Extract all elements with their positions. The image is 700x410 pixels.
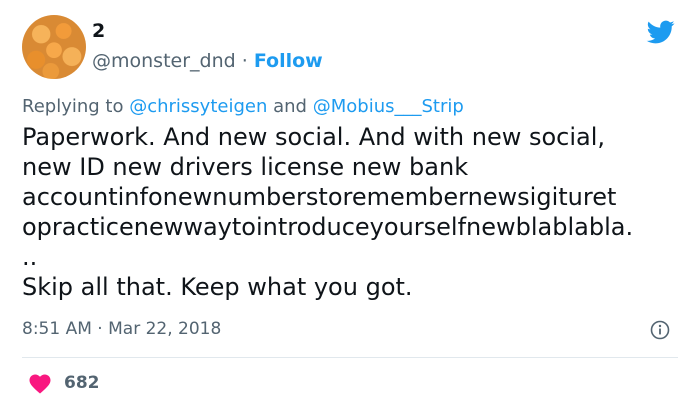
tweet-line: accountinfonewnumberstoremembernewsigitu… (22, 183, 617, 211)
tweet-line: new ID new drivers license new bank (22, 153, 469, 181)
tweet-date: Mar 22, 2018 (108, 319, 222, 339)
handle-line: @monster_dnd · Follow (92, 50, 323, 72)
handle-separator: · (241, 50, 248, 72)
tweet-line: Paperwork. And new social. And with new … (22, 123, 606, 151)
mention-mobius-strip[interactable]: @Mobius___Strip (313, 96, 464, 117)
tweet-line: opracticenewwaytointroduceyourselfnewbla… (22, 213, 634, 241)
twitter-bird-icon[interactable] (645, 18, 677, 46)
replying-prefix: Replying to (22, 96, 124, 117)
tweet-text: Paperwork. And new social. And with new … (22, 122, 682, 302)
replying-conjunction: and (273, 96, 307, 117)
info-icon[interactable] (650, 320, 670, 340)
replying-to: Replying to @chrissyteigen and @Mobius__… (22, 96, 464, 117)
display-name[interactable]: 2 (92, 20, 105, 42)
tweet-timestamp[interactable]: 8:51 AM · Mar 22, 2018 (22, 319, 221, 339)
avatar[interactable] (22, 15, 86, 79)
like-group[interactable]: 682 (28, 372, 100, 394)
meta-separator: · (97, 319, 103, 339)
divider (22, 357, 678, 358)
tweet-card: 2 @monster_dnd · Follow Replying to @chr… (0, 0, 700, 410)
tweet-line: .. (22, 243, 38, 271)
mention-chrissyteigen[interactable]: @chrissyteigen (129, 96, 267, 117)
like-count: 682 (64, 373, 100, 393)
user-handle[interactable]: @monster_dnd (92, 50, 236, 72)
heart-icon[interactable] (28, 372, 52, 394)
tweet-line: Skip all that. Keep what you got. (22, 273, 413, 301)
follow-button[interactable]: Follow (254, 50, 323, 72)
tweet-time: 8:51 AM (22, 319, 92, 339)
